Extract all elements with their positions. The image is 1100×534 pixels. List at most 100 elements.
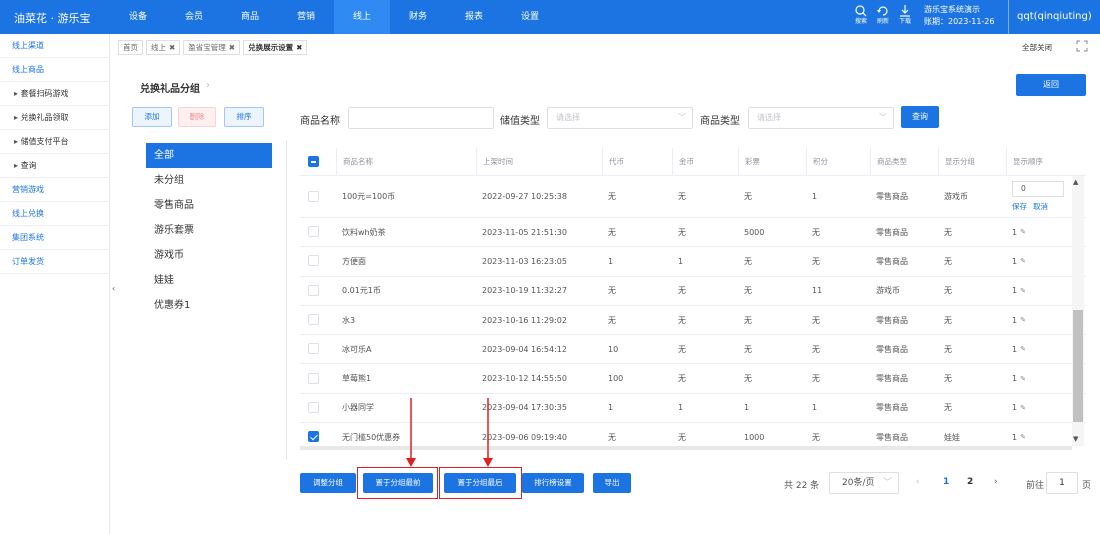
- table-cell: 零售商品: [876, 192, 908, 201]
- sidebar-item[interactable]: 兑换礼品领取: [0, 106, 109, 130]
- edit-icon[interactable]: ✎: [1020, 375, 1026, 383]
- group-item[interactable]: 娃娃: [146, 268, 272, 293]
- group-item[interactable]: 优惠券1: [146, 293, 272, 318]
- table-row[interactable]: 小器同学 2023-09-04 17:30:35 1 1 1 1 零售商品无 1 ✎: [300, 394, 1086, 424]
- edit-icon[interactable]: ✎: [1020, 345, 1026, 353]
- close-icon[interactable]: ✖: [296, 43, 302, 52]
- sidebar-item[interactable]: 查询: [0, 154, 109, 178]
- page-size-select[interactable]: 20条/页 ﹀: [829, 472, 899, 494]
- scroll-down-icon[interactable]: ▼: [1073, 435, 1078, 443]
- table-row[interactable]: 无门槛50优惠券 2023-09-06 09:19:40 无 无 1000 无 零售商品 娃娃…: [300, 423, 1086, 446]
- ranking-settings-button[interactable]: 排行榜设置: [522, 473, 584, 493]
- table-row[interactable]: 0.01元1币 2023-10-19 11:32:27 无 无 无 11 游戏币 无 1 ✎: [300, 277, 1086, 306]
- row-checkbox[interactable]: [308, 226, 319, 238]
- table-cell: 2023-10-16 11:29:02: [482, 315, 567, 325]
- search-icon[interactable]: 搜索: [852, 4, 870, 26]
- row-checkbox[interactable]: [308, 190, 319, 202]
- close-all-tabs-button[interactable]: 全部关闭: [1022, 42, 1052, 53]
- export-button[interactable]: 导出: [593, 473, 631, 493]
- row-checkbox[interactable]: [308, 314, 319, 326]
- group-item[interactable]: 未分组: [146, 168, 272, 193]
- horizontal-scrollbar[interactable]: [300, 446, 1072, 450]
- sidebar-item[interactable]: 集团系统: [0, 226, 109, 250]
- product-type-select[interactable]: 请选择 ﹀: [748, 107, 894, 129]
- table-row[interactable]: 方便面 2023-11-03 16:23:05 1 1 无无零售商品无 1 ✎: [300, 247, 1086, 277]
- sidebar-item[interactable]: 订单发货: [0, 250, 109, 274]
- page-number[interactable]: 1: [943, 477, 949, 487]
- name-filter-label: 商品名称: [300, 116, 340, 127]
- page-number[interactable]: 2: [967, 477, 973, 487]
- table-row[interactable]: 100元=100币 2022-09-27 10:25:38 无 无 无 1 零售商品 游戏币 0…: [300, 176, 1086, 218]
- group-item[interactable]: 零售商品: [146, 193, 272, 218]
- scrollbar-thumb[interactable]: [1073, 310, 1083, 422]
- row-checkbox[interactable]: [308, 401, 319, 413]
- delete-group-button[interactable]: 删除: [178, 107, 216, 127]
- sidebar-item[interactable]: 线上商品: [0, 58, 109, 82]
- nav-item[interactable]: 设置: [502, 0, 558, 34]
- table-row[interactable]: 冰可乐A 2023-09-04 16:54:12 10 无 无 无 零售商品 无 1 ✎: [300, 335, 1086, 365]
- group-item[interactable]: 游戏币: [146, 243, 272, 268]
- refresh-icon[interactable]: 刷新: [874, 4, 892, 26]
- close-icon[interactable]: ✖: [169, 43, 175, 52]
- table-cell: 100元=100币: [342, 192, 396, 201]
- tab[interactable]: 兑换展示设置 ✖: [243, 40, 308, 55]
- sidebar-item[interactable]: 储值支付平台: [0, 130, 109, 154]
- edit-icon[interactable]: ✎: [1020, 228, 1026, 236]
- store-type-select[interactable]: 请选择 ﹀: [547, 107, 693, 129]
- table-cell: 100: [608, 374, 624, 384]
- order-input[interactable]: 0: [1012, 181, 1064, 197]
- table-cell: 无: [678, 344, 686, 354]
- edit-icon[interactable]: ✎: [1020, 316, 1026, 324]
- nav-item[interactable]: 营销: [278, 0, 334, 34]
- edit-icon[interactable]: ✎: [1020, 257, 1026, 265]
- download-icon[interactable]: 下载: [896, 4, 914, 26]
- nav-item[interactable]: 商品: [222, 0, 278, 34]
- fullscreen-icon[interactable]: [1076, 40, 1088, 55]
- sidebar-item[interactable]: 线上渠道: [0, 34, 109, 58]
- adjust-group-button[interactable]: 调整分组: [300, 473, 356, 493]
- nav-item[interactable]: 财务: [390, 0, 446, 34]
- select-all-checkbox[interactable]: [308, 156, 319, 167]
- prev-page-icon[interactable]: ‹: [916, 477, 920, 487]
- group-item[interactable]: 全部: [146, 143, 272, 168]
- tab[interactable]: 首页: [118, 40, 143, 55]
- name-filter-input[interactable]: [348, 107, 494, 129]
- back-button[interactable]: 返回: [1016, 74, 1086, 96]
- row-checkbox[interactable]: [308, 284, 319, 296]
- tab-label: 线上: [151, 43, 166, 52]
- row-checkbox[interactable]: [308, 343, 319, 355]
- nav-item[interactable]: 会员: [166, 0, 222, 34]
- group-item[interactable]: 游乐套票: [146, 218, 272, 243]
- edit-icon[interactable]: ✎: [1020, 433, 1026, 441]
- row-checkbox[interactable]: [308, 255, 319, 267]
- nav-item[interactable]: 报表: [446, 0, 502, 34]
- nav-item[interactable]: 线上: [334, 0, 390, 34]
- goto-page-input[interactable]: 1: [1046, 472, 1078, 494]
- table-row[interactable]: 水3 2023-10-16 11:29:02 无 无 无 无 零售商品 无 1 ✎: [300, 306, 1086, 336]
- table-row[interactable]: 草莓熊1 2023-10-12 14:55:50 100 无 无 无 零售商品 无 1 ✎: [300, 364, 1086, 394]
- row-checkbox[interactable]: [308, 431, 319, 443]
- edit-icon[interactable]: ✎: [1020, 404, 1026, 412]
- sidebar-item[interactable]: 线上兑换: [0, 202, 109, 226]
- scroll-up-icon[interactable]: ▲: [1073, 178, 1078, 186]
- sidebar-item[interactable]: 营销游戏: [0, 178, 109, 202]
- table-row[interactable]: 饮料wh奶茶 2023-11-05 21:51:30 无 无 5000 无 零售商品 无 1 ✎: [300, 218, 1086, 248]
- column-header: 代币: [602, 148, 672, 176]
- close-icon[interactable]: ✖: [229, 43, 235, 52]
- nav-item[interactable]: 设备: [110, 0, 166, 34]
- save-link[interactable]: 保存: [1012, 202, 1027, 211]
- edit-icon[interactable]: ✎: [1020, 287, 1026, 295]
- add-group-button[interactable]: 添加: [132, 107, 172, 127]
- table-cell: 无: [812, 256, 820, 266]
- next-page-icon[interactable]: ›: [994, 477, 998, 487]
- user-menu[interactable]: qqt(qinqiuting): [1008, 0, 1100, 34]
- collapse-sidebar-icon[interactable]: ‹: [112, 284, 115, 293]
- order-cell: 1 ✎: [1006, 423, 1068, 446]
- sidebar-item[interactable]: 套餐扫码游戏: [0, 82, 109, 106]
- cancel-link[interactable]: 取消: [1033, 202, 1048, 211]
- row-checkbox[interactable]: [308, 372, 319, 384]
- tab[interactable]: 线上 ✖: [146, 40, 181, 55]
- query-button[interactable]: 查询: [901, 106, 939, 128]
- tab[interactable]: 盈省宝管理 ✖: [183, 40, 241, 55]
- sort-group-button[interactable]: 排序: [224, 107, 264, 127]
